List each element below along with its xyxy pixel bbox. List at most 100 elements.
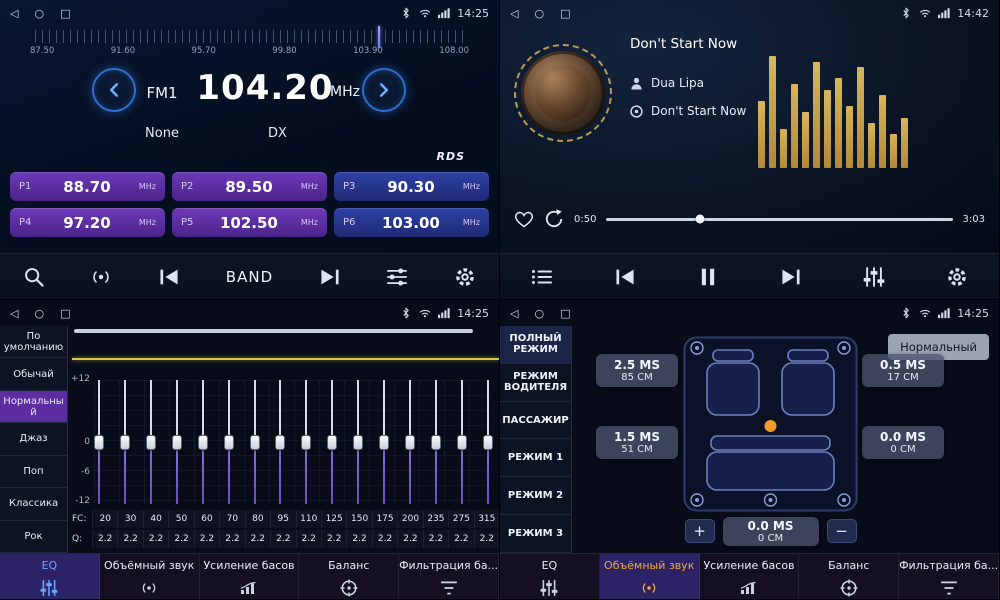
eq-band-slider[interactable] (275, 380, 285, 504)
mode-3[interactable]: РЕЖИМ 3 (500, 515, 571, 553)
radio-stations-icon[interactable] (90, 266, 112, 288)
bass-boost-icon[interactable] (700, 576, 800, 600)
nav-home-icon[interactable]: ○ (34, 7, 44, 20)
mode-2[interactable]: РЕЖИМ 2 (500, 477, 571, 515)
pause-icon[interactable] (697, 266, 719, 288)
eq-preset-custom[interactable]: Обычай (0, 358, 67, 390)
mode-passenger[interactable]: ПАССАЖИР (500, 402, 571, 440)
nav-back-icon[interactable]: ◁ (10, 7, 18, 20)
bass-boost-icon[interactable] (200, 576, 300, 600)
tab-eq[interactable]: EQ (500, 554, 600, 576)
tuning-scale[interactable] (35, 30, 464, 43)
eq-slider-knob[interactable] (146, 435, 156, 450)
gear-icon[interactable] (454, 266, 476, 288)
seek-bar[interactable] (606, 218, 952, 221)
skip-forward-icon[interactable] (319, 266, 341, 288)
nav-recents-icon[interactable]: □ (60, 307, 70, 320)
next-track-icon[interactable] (780, 266, 802, 288)
eq-preset-rock[interactable]: Рок (0, 521, 67, 553)
preset-button-3[interactable]: P3 90.30 MHz (334, 172, 489, 201)
eq-band-slider[interactable] (327, 380, 337, 504)
preset-button-1[interactable]: P1 88.70 MHz (10, 172, 165, 201)
band-button[interactable]: BAND (226, 268, 273, 286)
front-left-delay[interactable]: 2.5 MS 85 CM (596, 354, 678, 387)
nav-back-icon[interactable]: ◁ (10, 307, 18, 320)
surround-sound-icon[interactable] (100, 576, 200, 600)
eq-sliders-icon[interactable] (500, 576, 600, 600)
crossover-filter-icon[interactable] (399, 576, 499, 600)
eq-slider-knob[interactable] (198, 435, 208, 450)
crossover-filter-icon[interactable] (899, 576, 999, 600)
eq-band-slider[interactable] (250, 380, 260, 504)
car-cabin-diagram[interactable] (683, 336, 858, 512)
tab-bass-boost[interactable]: Усиление басов (200, 554, 300, 576)
audio-settings-icon[interactable] (386, 266, 408, 288)
eq-band-slider[interactable] (120, 380, 130, 504)
preset-button-4[interactable]: P4 97.20 MHz (10, 208, 165, 237)
eq-slider-knob[interactable] (275, 435, 285, 450)
nav-recents-icon[interactable]: □ (60, 7, 70, 20)
eq-band-slider[interactable] (483, 380, 493, 504)
nav-recents-icon[interactable]: □ (560, 307, 570, 320)
eq-sliders-icon[interactable] (0, 576, 100, 600)
tune-up-button[interactable] (362, 68, 406, 112)
dx-mode-label[interactable]: DX (268, 126, 287, 141)
eq-slider-knob[interactable] (172, 435, 182, 450)
skip-back-icon[interactable] (158, 266, 180, 288)
tab-surround[interactable]: Объёмный звук (100, 554, 200, 576)
tab-filter[interactable]: Фильтрация ба... (899, 554, 999, 576)
eq-preset-normal[interactable]: Нормальный (0, 391, 67, 423)
preset-button-2[interactable]: P2 89.50 MHz (172, 172, 327, 201)
nav-back-icon[interactable]: ◁ (510, 7, 518, 20)
equalizer-icon[interactable] (863, 266, 885, 288)
tab-bass-boost[interactable]: Усиление басов (700, 554, 800, 576)
delay-increase-button[interactable]: + (685, 519, 715, 543)
surround-sound-icon[interactable] (600, 576, 700, 600)
eq-band-slider[interactable] (431, 380, 441, 504)
eq-band-slider[interactable] (301, 380, 311, 504)
mode-full[interactable]: ПОЛНЫЙ РЕЖИМ (500, 326, 571, 364)
seek-scan-icon[interactable] (23, 266, 45, 288)
eq-preset-default[interactable]: По умолчанию (0, 326, 67, 358)
eq-slider-knob[interactable] (379, 435, 389, 450)
eq-slider-knob[interactable] (250, 435, 260, 450)
eq-slider-knob[interactable] (353, 435, 363, 450)
nav-home-icon[interactable]: ○ (534, 307, 544, 320)
eq-band-slider[interactable] (405, 380, 415, 504)
preset-button-6[interactable]: P6 103.00 MHz (334, 208, 489, 237)
eq-band-slider[interactable] (198, 380, 208, 504)
eq-band-slider[interactable] (94, 380, 104, 504)
eq-band-slider[interactable] (224, 380, 234, 504)
eq-slider-knob[interactable] (120, 435, 130, 450)
eq-slider-knob[interactable] (457, 435, 467, 450)
mode-1[interactable]: РЕЖИМ 1 (500, 439, 571, 477)
album-art[interactable] (514, 44, 612, 142)
balance-target-icon[interactable] (299, 576, 399, 600)
nav-home-icon[interactable]: ○ (34, 307, 44, 320)
tab-filter[interactable]: Фильтрация ба... (399, 554, 499, 576)
favorite-icon[interactable] (514, 209, 534, 229)
stereo-mode-label[interactable]: None (132, 126, 192, 141)
eq-slider-knob[interactable] (94, 435, 104, 450)
tab-eq[interactable]: EQ (0, 554, 100, 576)
delay-decrease-button[interactable]: − (827, 519, 857, 543)
tune-down-button[interactable] (92, 68, 136, 112)
rear-right-delay[interactable]: 0.0 MS 0 CM (862, 426, 944, 459)
rear-left-delay[interactable]: 1.5 MS 51 CM (596, 426, 678, 459)
eq-band-slider[interactable] (353, 380, 363, 504)
eq-preset-jazz[interactable]: Джаз (0, 423, 67, 455)
eq-band-slider[interactable] (172, 380, 182, 504)
eq-slider-knob[interactable] (327, 435, 337, 450)
eq-preset-classic[interactable]: Классика (0, 488, 67, 520)
eq-slider-knob[interactable] (301, 435, 311, 450)
eq-band-slider[interactable] (457, 380, 467, 504)
eq-preset-pop[interactable]: Поп (0, 456, 67, 488)
center-delay[interactable]: 0.0 MS 0 CM (723, 517, 819, 546)
mode-driver[interactable]: РЕЖИМ ВОДИТЕЛЯ (500, 364, 571, 402)
eq-slider-knob[interactable] (405, 435, 415, 450)
tab-balance[interactable]: Баланс (299, 554, 399, 576)
eq-slider-knob[interactable] (431, 435, 441, 450)
balance-target-icon[interactable] (799, 576, 899, 600)
eq-slider-knob[interactable] (483, 435, 493, 450)
nav-back-icon[interactable]: ◁ (510, 307, 518, 320)
